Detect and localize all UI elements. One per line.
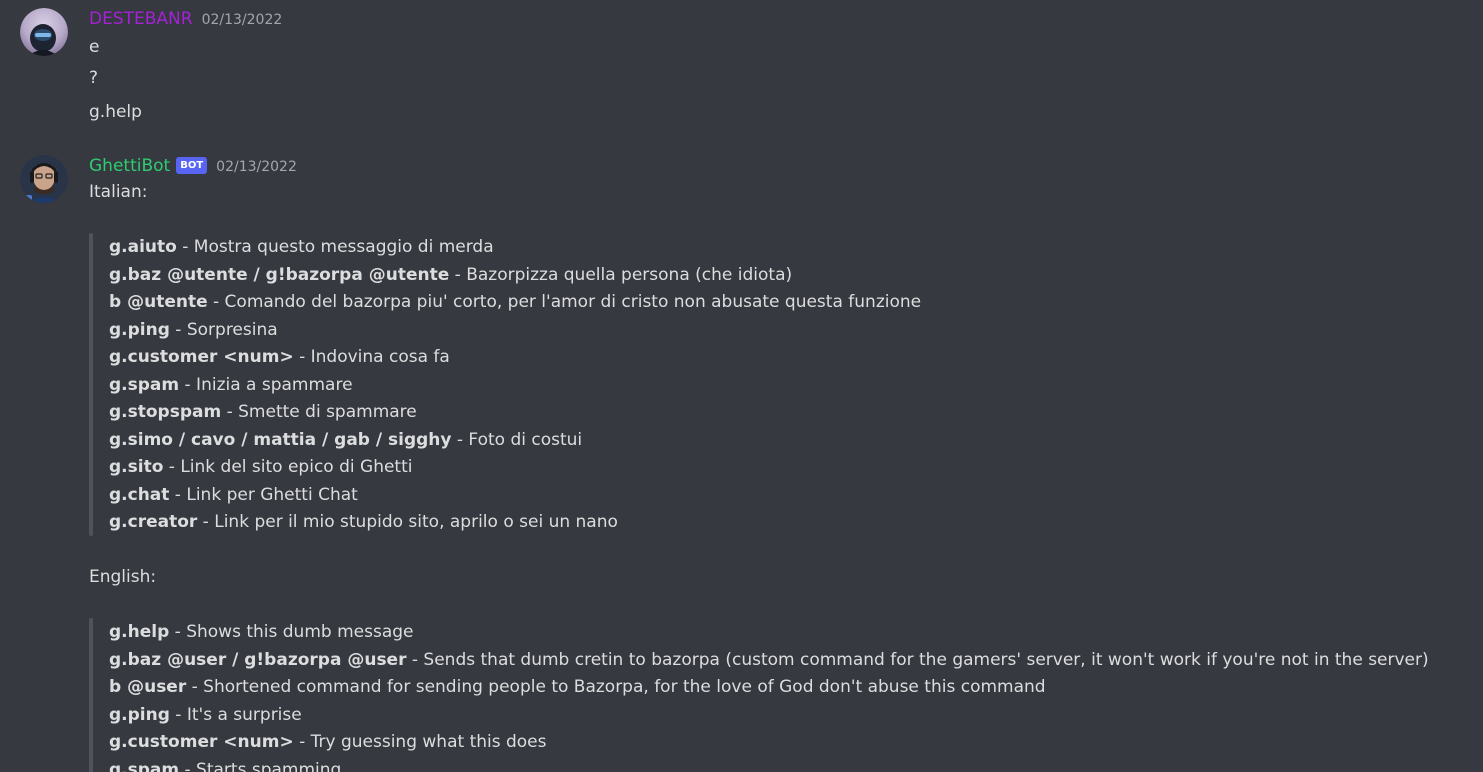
command-description: - Sends that dumb cretin to bazorpa (cus…: [406, 649, 1429, 670]
command-description: - Shows this dumb message: [169, 622, 414, 642]
command-name: g.baz @utente / g!bazorpa @utente: [109, 264, 450, 285]
blockquote-bar: [89, 618, 93, 772]
command-description: - Foto di costui: [451, 429, 583, 450]
command-line: g.customer <num> - Indovina cosa fa: [109, 346, 450, 368]
command-name: g.ping: [109, 319, 170, 340]
username[interactable]: DESTEBANR: [89, 8, 193, 30]
command-name: g.simo / cavo / mattia / gab / sigghy: [109, 429, 452, 450]
command-description: - Mostra questo messaggio di merda: [176, 237, 494, 257]
avatar[interactable]: [20, 155, 68, 203]
command-line: b @user - Shortened command for sending …: [109, 676, 1046, 698]
message-header: GhettiBot BOT 02/13/2022: [89, 155, 297, 177]
command-line: b @utente - Comando del bazorpa piu' cor…: [109, 291, 921, 313]
blockquote-bar: [89, 233, 93, 536]
command-description: - Try guessing what this does: [293, 732, 547, 752]
command-line: g.spam - Starts spamming: [109, 759, 341, 772]
command-line: g.simo / cavo / mattia / gab / sigghy - …: [109, 429, 582, 451]
command-description: - Shortened command for sending people t…: [186, 677, 1046, 697]
command-description: - Link per il mio stupido sito, aprilo o…: [197, 512, 618, 532]
command-name: g.baz @user / g!bazorpa @user: [109, 649, 407, 670]
command-line: g.chat - Link per Ghetti Chat: [109, 484, 358, 506]
message-text: ?: [89, 68, 99, 88]
command-name: g.spam: [109, 759, 180, 772]
command-description: - Link per Ghetti Chat: [169, 484, 358, 505]
command-description: - Smette di spammare: [221, 402, 417, 422]
message-text: g.help: [89, 102, 142, 122]
command-line: g.customer <num> - Try guessing what thi…: [109, 731, 547, 753]
command-description: - Bazorpizza quella persona (che idiota): [449, 264, 793, 285]
command-name: g.stopspam: [109, 402, 222, 422]
section-heading: Italian:: [89, 182, 148, 202]
command-name: g.creator: [109, 512, 198, 532]
command-description: - Link del sito epico di Ghetti: [163, 457, 413, 477]
command-name: g.help: [109, 622, 170, 642]
timestamp: 02/13/2022: [216, 159, 297, 175]
command-description: - Starts spamming: [179, 759, 342, 772]
command-line: g.ping - Sorpresina: [109, 319, 278, 341]
command-name: g.sito: [109, 457, 164, 477]
command-line: g.creator - Link per il mio stupido sito…: [109, 511, 618, 533]
command-name: g.aiuto: [109, 237, 177, 257]
command-line: g.help - Shows this dumb message: [109, 621, 413, 643]
command-line: g.stopspam - Smette di spammare: [109, 401, 417, 423]
command-description: - It's a surprise: [169, 704, 302, 725]
command-name: g.chat: [109, 484, 170, 505]
message-text: e: [89, 37, 100, 57]
message-header: DESTEBANR 02/13/2022: [89, 8, 282, 30]
command-line: g.baz @utente / g!bazorpa @utente - Bazo…: [109, 264, 792, 286]
command-line: g.baz @user / g!bazorpa @user - Sends th…: [109, 649, 1429, 671]
username[interactable]: GhettiBot: [89, 155, 170, 177]
command-line: g.spam - Inizia a spammare: [109, 374, 353, 396]
command-description: - Inizia a spammare: [179, 374, 353, 395]
command-line: g.ping - It's a surprise: [109, 704, 302, 726]
command-name: b @user: [109, 677, 187, 697]
bot-badge: BOT: [176, 157, 208, 174]
command-name: g.customer <num>: [109, 347, 294, 367]
command-name: b @utente: [109, 292, 208, 312]
chat-messages: DESTEBANR 02/13/2022 e ? g.help GhettiBo…: [0, 0, 1483, 772]
timestamp: 02/13/2022: [201, 12, 283, 28]
command-description: - Comando del bazorpa piu' corto, per l'…: [207, 292, 922, 312]
command-description: - Indovina cosa fa: [293, 347, 450, 367]
command-line: g.sito - Link del sito epico di Ghetti: [109, 456, 412, 478]
command-name: g.customer <num>: [109, 732, 294, 752]
command-name: g.spam: [109, 374, 180, 395]
command-name: g.ping: [109, 704, 170, 725]
section-heading: English:: [89, 567, 157, 587]
avatar[interactable]: [20, 8, 68, 56]
command-line: g.aiuto - Mostra questo messaggio di mer…: [109, 236, 494, 258]
command-description: - Sorpresina: [169, 319, 278, 340]
